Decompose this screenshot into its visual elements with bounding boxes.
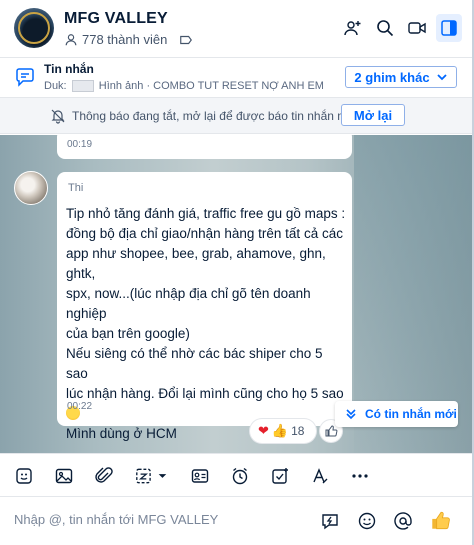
message-composer: Nhập @, tin nhắn tới MFG VALLEY: [0, 497, 474, 545]
more-options-icon[interactable]: [348, 464, 372, 488]
group-title[interactable]: MFG VALLEY: [64, 10, 168, 28]
sticker-icon[interactable]: [12, 464, 36, 488]
tag-icon[interactable]: [179, 33, 193, 47]
person-icon: [65, 33, 77, 45]
bell-off-icon: [51, 109, 65, 124]
image-icon[interactable]: [52, 464, 76, 488]
message-line: đồng bộ địa chỉ giao/nhận hàng trên tất …: [66, 226, 343, 241]
chat-header: MFG VALLEY 778 thành viên: [0, 0, 474, 58]
message-sender[interactable]: Thi: [68, 182, 83, 194]
previous-message-bubble[interactable]: 00:19: [57, 135, 352, 159]
thumbs-up-emoji-icon: 👍: [271, 423, 289, 438]
add-member-icon[interactable]: [340, 14, 366, 42]
pinned-sender: Duk:: [44, 80, 67, 92]
composer-toolbar: [0, 453, 474, 497]
sidebar-toggle-icon[interactable]: [436, 14, 462, 42]
text-format-icon[interactable]: [308, 464, 332, 488]
screenshot-dropdown-icon[interactable]: [132, 464, 172, 488]
message-line: của bạn trên google): [66, 326, 190, 341]
message-line: Nếu siêng có thể nhờ các bác shiper cho …: [66, 346, 323, 381]
reopen-notifications-button[interactable]: Mở lại: [341, 104, 405, 126]
more-pins-button[interactable]: 2 ghim khác: [345, 66, 457, 88]
thumbs-up-send-icon[interactable]: [428, 507, 454, 533]
pinned-title: Tin nhắn: [44, 62, 94, 76]
emoji-icon[interactable]: [355, 509, 379, 533]
member-count[interactable]: 778 thành viên: [64, 32, 193, 47]
sender-avatar[interactable]: [14, 171, 48, 205]
message-bubble[interactable]: Thi Tip nhỏ tăng đánh giá, traffic free …: [57, 172, 352, 441]
heart-icon: ❤: [258, 423, 269, 438]
reaction-summary[interactable]: ❤ 👍 18: [250, 419, 316, 443]
search-icon[interactable]: [372, 14, 398, 42]
message-text: Tip nhỏ tăng đánh giá, traffic free gu g…: [66, 204, 348, 444]
attachment-icon[interactable]: [92, 464, 116, 488]
message-time: 00:22: [67, 401, 93, 412]
notification-off-banner: Thông báo đang tắt, mở lại để được báo t…: [0, 98, 474, 134]
member-count-text: 778 thành viên: [82, 32, 168, 47]
video-call-icon[interactable]: [404, 14, 430, 42]
new-messages-button[interactable]: Có tin nhắn mới: [335, 401, 458, 427]
new-messages-label: Có tin nhắn mới: [365, 407, 457, 421]
message-line: Tip nhỏ tăng đánh giá, traffic free gu g…: [66, 206, 346, 221]
more-pins-label: 2 ghim khác: [354, 69, 430, 85]
previous-message-time: 00:19: [67, 139, 93, 150]
contact-card-icon[interactable]: [188, 464, 212, 488]
notice-text: Thông báo đang tắt, mở lại để được báo t…: [72, 109, 358, 123]
double-chevron-down-icon: [346, 409, 356, 420]
chat-bubble-icon: [16, 68, 34, 87]
pinned-message-bar[interactable]: Tin nhắn Duk: Hình ảnh · COMBO TUT RESET…: [0, 58, 474, 98]
quick-message-icon[interactable]: [318, 509, 342, 533]
mention-icon[interactable]: [391, 509, 415, 533]
reaction-count: 18: [291, 424, 305, 438]
image-thumbnail: [71, 80, 94, 93]
message-line: app như shopee, bee, grab, ahamove, ghn,…: [66, 246, 326, 281]
message-line: lúc nhận hàng. Đổi lại mình cũng cho họ …: [66, 386, 344, 401]
pinned-preview: Duk: Hình ảnh · COMBO TUT RESET NỢ ANH E…: [44, 80, 324, 93]
chevron-down-icon: [436, 74, 447, 81]
group-avatar[interactable]: [14, 8, 54, 48]
message-line: spx, now...(lúc nhập địa chỉ gõ tên doan…: [66, 286, 311, 321]
message-input[interactable]: Nhập @, tin nhắn tới MFG VALLEY: [14, 512, 218, 527]
task-icon[interactable]: [268, 464, 292, 488]
reminder-clock-icon[interactable]: [228, 464, 252, 488]
pinned-preview-text: Hình ảnh · COMBO TUT RESET NỢ ANH EM THA…: [98, 80, 324, 92]
